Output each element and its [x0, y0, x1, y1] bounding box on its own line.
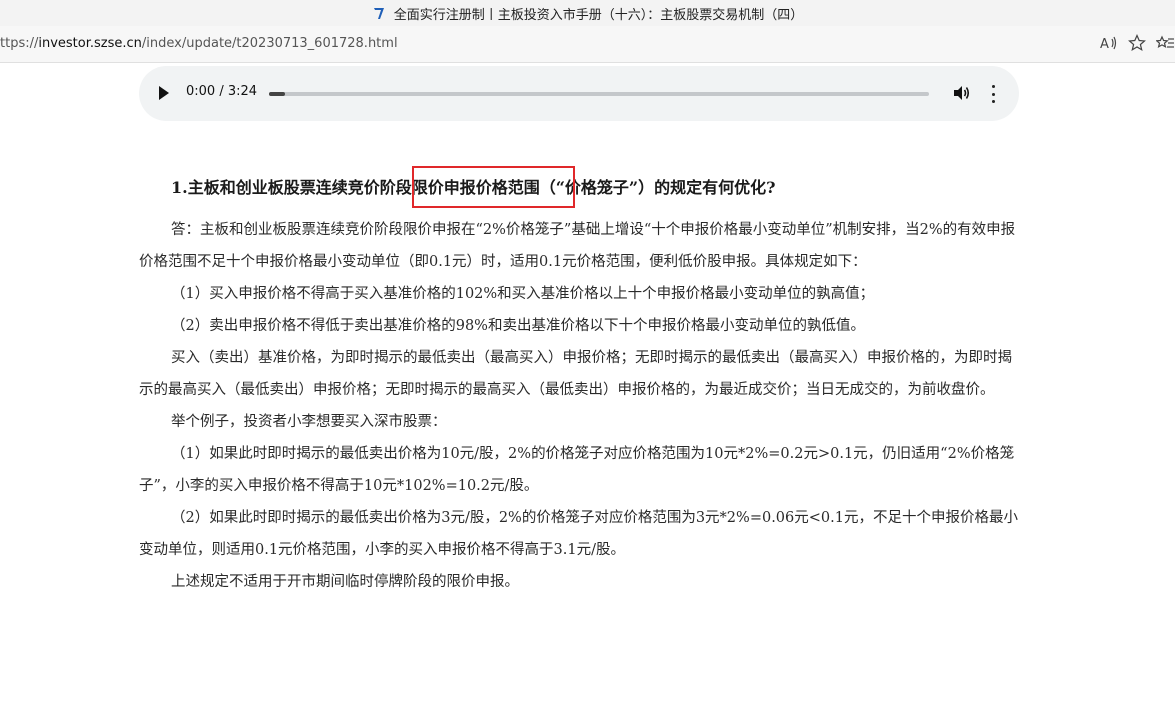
- url-host: investor.szse.cn: [38, 36, 142, 51]
- article-paragraph: （1）买入申报价格不得高于买入基准价格的102%和买入基准价格以上十个申报价格最…: [171, 286, 875, 302]
- url-field[interactable]: ttps://investor.szse.cn/index/update/t20…: [0, 36, 398, 51]
- article-paragraph: （2）卖出申报价格不得低于卖出基准价格的98%和卖出基准价格以下十个申报价格最小…: [171, 318, 865, 334]
- menu-dot: [991, 85, 995, 88]
- svg-text:A: A: [1100, 37, 1109, 51]
- favorite-star-icon[interactable]: [1127, 32, 1147, 54]
- article-paragraph: 举个例子，投资者小李想要买入深市股票：: [171, 414, 447, 430]
- article-paragraph: 答：主板和创业板股票连续竞价阶段限价申报在“2%价格笼子”基础上增设“十个申报价…: [139, 222, 1016, 270]
- menu-dot: [991, 92, 995, 96]
- article-paragraph: （1）如果此时即时揭示的最低卖出价格为10元/股，2%的价格笼子对应价格范围为1…: [139, 446, 1015, 494]
- url-path: /index/update/t20230713_601728.html: [141, 36, 398, 51]
- url-prefix: ttps://: [0, 36, 39, 51]
- audio-player[interactable]: 0:00 / 3:24: [139, 66, 1019, 121]
- audio-progress-fill: [269, 92, 285, 96]
- article-paragraph: 上述规定不适用于开市期间临时停牌阶段的限价申报。: [171, 574, 519, 590]
- window-title: 全面实行注册制丨主板投资入市手册（十六）：主板股票交易机制（四）: [393, 7, 804, 23]
- more-options-icon[interactable]: [986, 85, 1000, 103]
- audio-progress-bar[interactable]: [269, 92, 929, 96]
- szse-logo-icon: [373, 8, 384, 19]
- article-paragraph: 买入（卖出）基准价格，为即时揭示的最低卖出（最高买入）申报价格；无即时揭示的最低…: [139, 350, 1012, 398]
- window-titlebar: 全面实行注册制丨主板投资入市手册（十六）：主板股票交易机制（四）: [0, 0, 1175, 26]
- play-icon[interactable]: [159, 86, 169, 100]
- article-body: 1.主板和创业板股票连续竞价阶段限价申报价格范围（“价格笼子”）的规定有何优化?…: [139, 176, 1019, 598]
- address-bar[interactable]: ttps://investor.szse.cn/index/update/t20…: [0, 26, 1175, 63]
- menu-dot: [991, 100, 995, 103]
- article-paragraph: （2）如果此时即时揭示的最低卖出价格为3元/股，2%的价格笼子对应价格范围为3元…: [139, 510, 1018, 558]
- article-heading: 1.主板和创业板股票连续竞价阶段限价申报价格范围（“价格笼子”）的规定有何优化?: [171, 178, 776, 197]
- collections-icon[interactable]: [1155, 32, 1175, 54]
- read-aloud-icon[interactable]: A: [1099, 32, 1119, 54]
- volume-icon[interactable]: [951, 83, 971, 103]
- audio-time: 0:00 / 3:24: [186, 84, 258, 99]
